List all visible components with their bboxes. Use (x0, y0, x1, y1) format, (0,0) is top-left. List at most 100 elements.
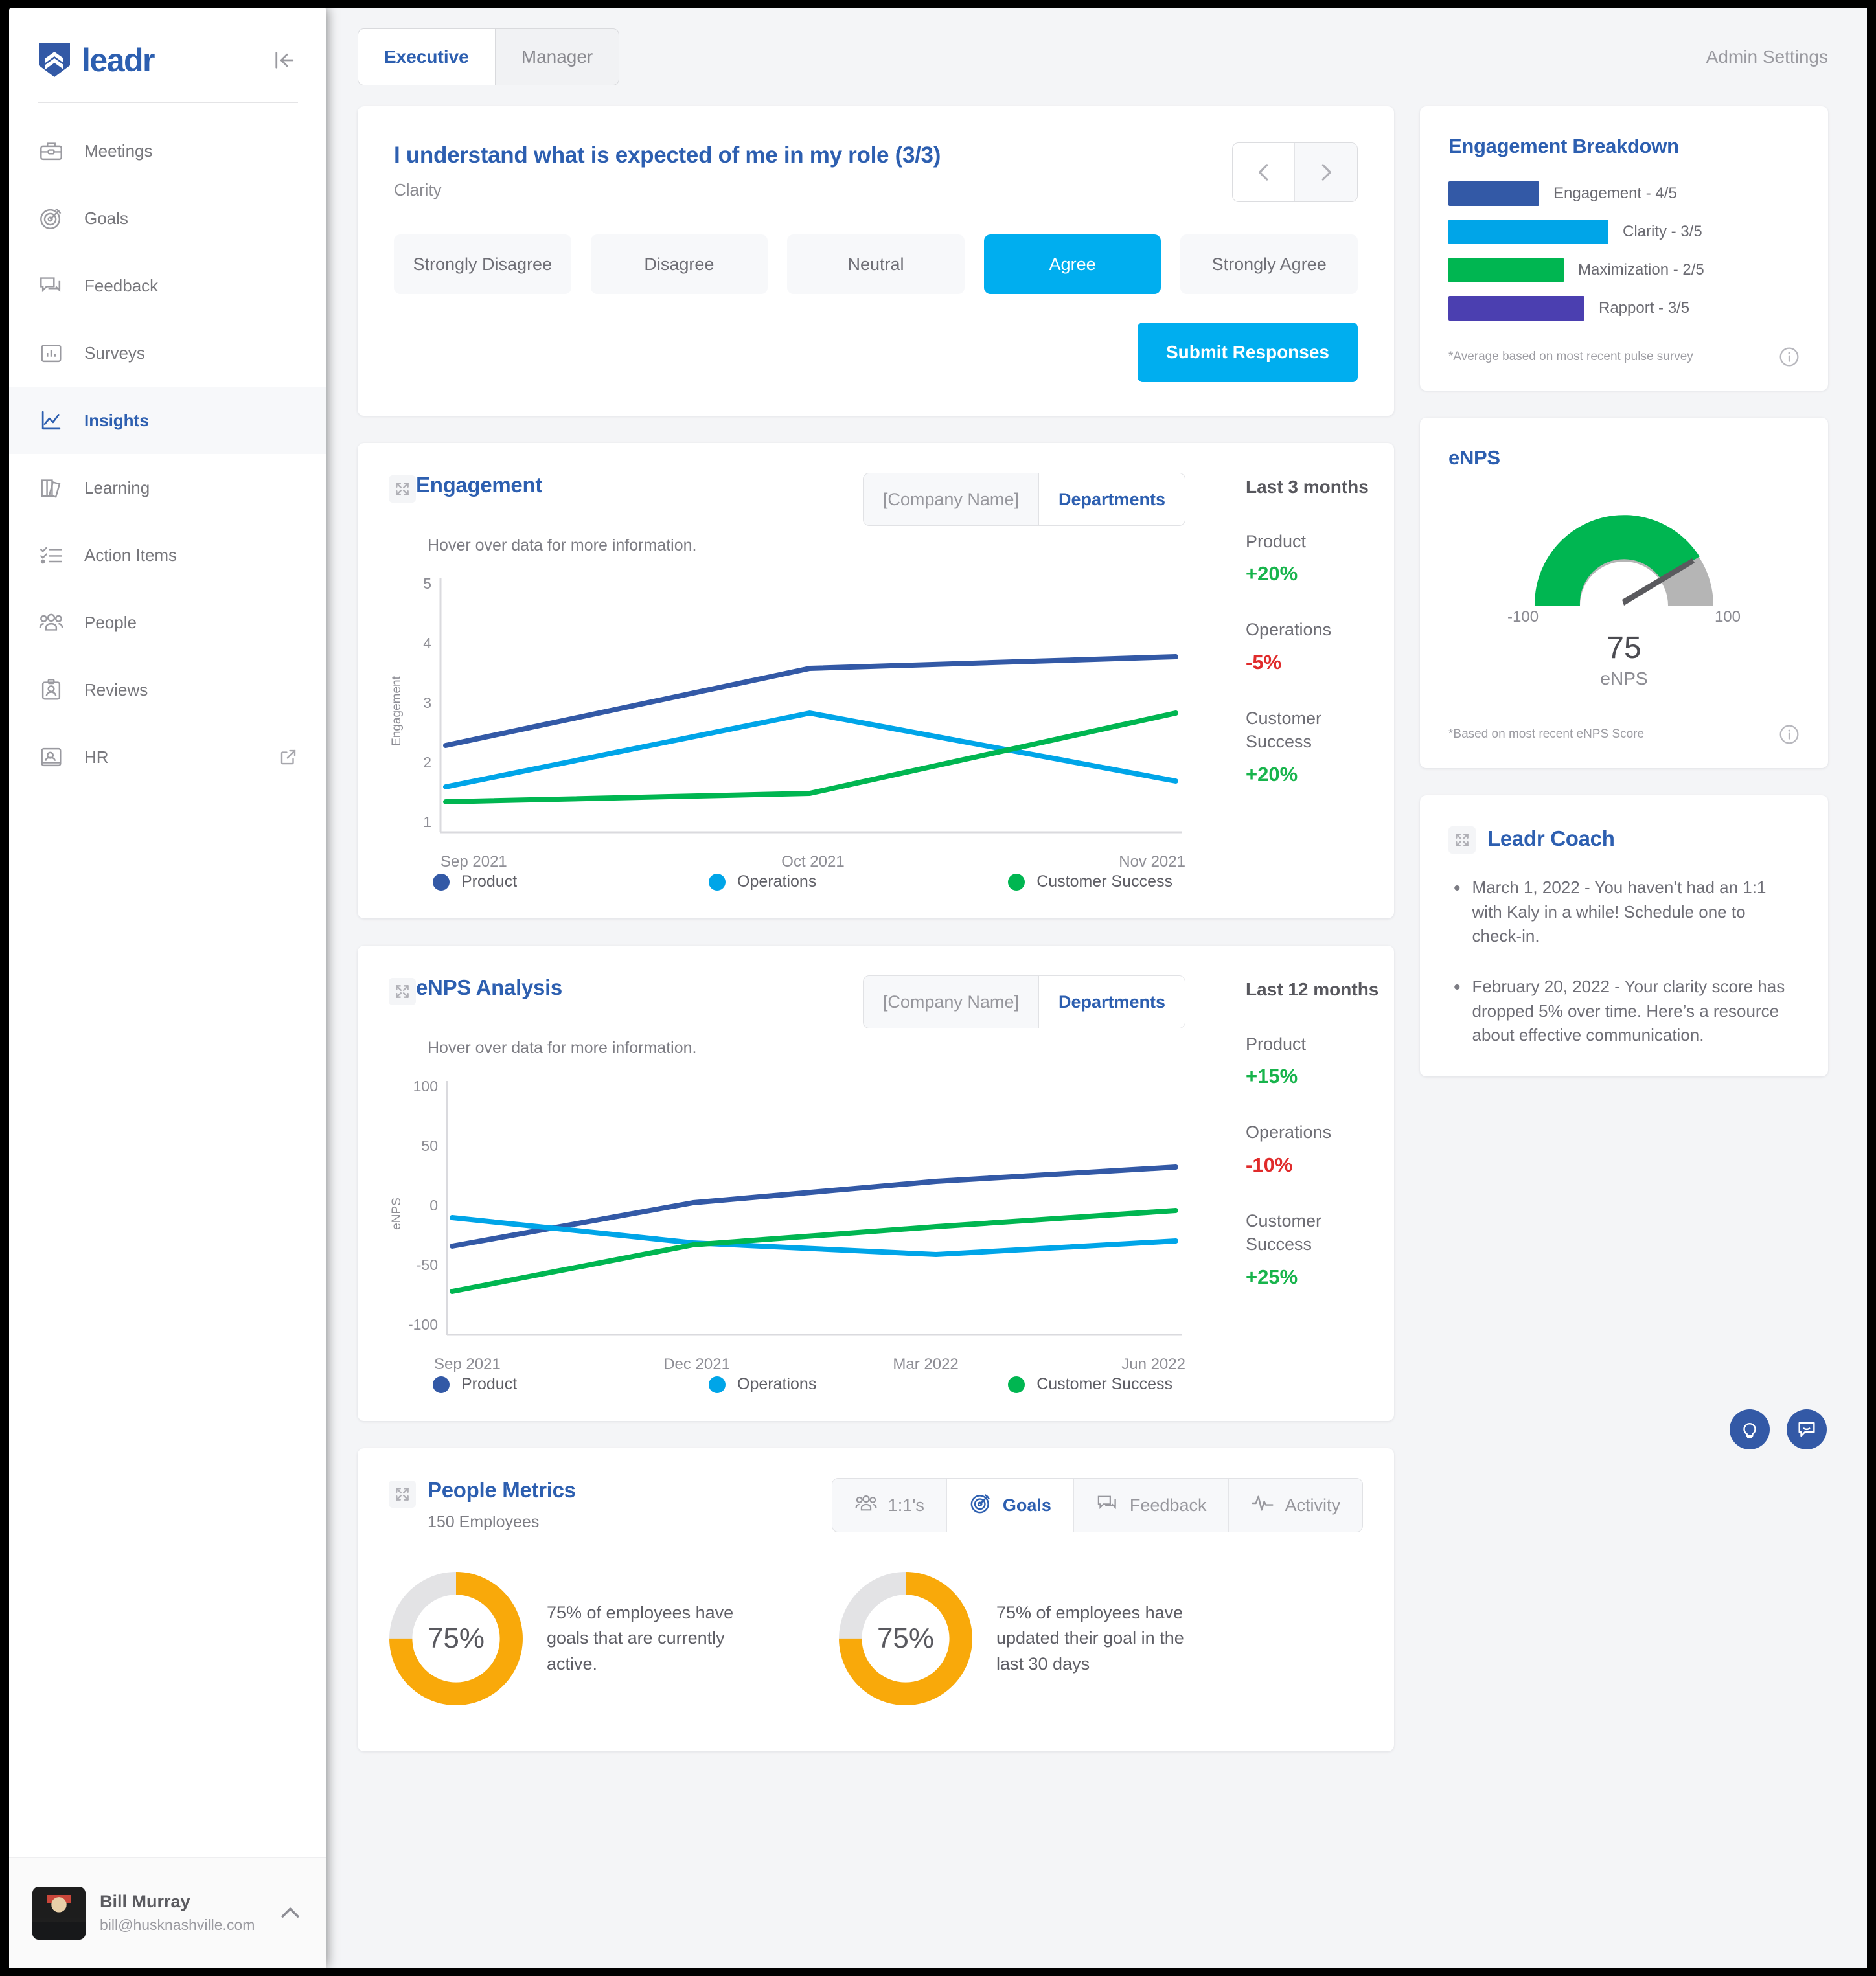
enps-stats-panel: Last 12 months Product +15% Operations -… (1217, 946, 1411, 1421)
scope-company-tab[interactable]: [Company Name] (864, 976, 1039, 1028)
svg-text:50: 50 (421, 1137, 438, 1154)
sidebar-item-label: Surveys (84, 343, 145, 363)
sidebar-item-meetings[interactable]: Meetings (9, 117, 326, 185)
sidebar-item-surveys[interactable]: Surveys (9, 319, 326, 387)
enps-chart-header: eNPS Analysis [Company Name] Departments (389, 975, 1185, 1028)
scope-departments-tab[interactable]: Departments (1038, 976, 1185, 1028)
legend-label: Customer Success (1036, 1375, 1172, 1393)
likert-option-disagree[interactable]: Disagree (590, 234, 768, 294)
svg-text:3: 3 (423, 694, 431, 711)
sidebar-item-insights[interactable]: Insights (9, 387, 326, 454)
tab-activity[interactable]: Activity (1229, 1479, 1362, 1532)
bullet-icon: • (1454, 878, 1461, 899)
engagement-chart-body: Engagement [Company Name] Departments Ho… (358, 443, 1217, 918)
enps-gauge-note: *Based on most recent eNPS Score (1448, 727, 1645, 741)
stat-block: Product +15% (1246, 1032, 1411, 1088)
survey-header: I understand what is expected of me in m… (394, 142, 1358, 202)
enps-line-chart: eNPS 100 50 0 -50 -100 (390, 1078, 1182, 1336)
sidebar-item-label: Feedback (84, 275, 159, 295)
leadr-coach-card: Leadr Coach • March 1, 2022 - You haven’… (1420, 795, 1828, 1077)
engagement-titles: Engagement (416, 473, 542, 497)
tab-feedback[interactable]: Feedback (1074, 1479, 1230, 1532)
sidebar-item-hr[interactable]: HR (9, 723, 326, 791)
expand-icon[interactable] (389, 475, 416, 503)
engagement-breakdown-bars: Engagement - 4/5 Clarity - 3/5 Maximizat… (1448, 181, 1800, 321)
admin-settings-link[interactable]: Admin Settings (1706, 47, 1828, 67)
expand-icon[interactable] (1448, 826, 1476, 854)
survey-category: Clarity (394, 180, 442, 199)
avatar (32, 1886, 86, 1940)
donut-description: 75% of employees have goals that are cur… (547, 1603, 734, 1674)
scope-departments-tab[interactable]: Departments (1038, 473, 1185, 525)
gauge-min-label: -100 (1507, 608, 1539, 626)
x-tick: Nov 2021 (1119, 853, 1185, 870)
info-icon[interactable] (1779, 346, 1800, 367)
tab-executive[interactable]: Executive (358, 29, 496, 85)
enps-chart-body: eNPS Analysis [Company Name] Departments… (358, 946, 1217, 1421)
list-item: • March 1, 2022 - You haven’t had an 1:1… (1454, 876, 1800, 949)
legend-label: Customer Success (1036, 872, 1172, 891)
legend-item-product: Product (433, 872, 517, 891)
sidebar-item-label: Reviews (84, 679, 148, 699)
scope-company-tab[interactable]: [Company Name] (864, 473, 1039, 525)
sidebar-item-label: Goals (84, 208, 128, 228)
tab-label: Feedback (1129, 1495, 1207, 1515)
breakdown-row: Maximization - 2/5 (1448, 258, 1800, 282)
stat-dept: Product (1246, 532, 1307, 551)
sidebar-item-reviews[interactable]: Reviews (9, 656, 326, 723)
people-metrics-titles: People Metrics 150 Employees (428, 1478, 576, 1532)
collapse-sidebar-icon[interactable] (269, 46, 298, 74)
lightbulb-icon[interactable] (1730, 1409, 1770, 1449)
breakdown-bar (1448, 296, 1584, 321)
legend-item-operations: Operations (709, 1375, 816, 1394)
stat-value: +25% (1246, 1265, 1298, 1288)
leadr-coach-title: Leadr Coach (1487, 826, 1615, 850)
tab-goals[interactable]: Goals (946, 1479, 1074, 1532)
sidebar-nav: Meetings Goals Feedback Surveys Insights… (9, 117, 326, 791)
engagement-title: Engagement (416, 473, 543, 497)
tab-manager[interactable]: Manager (496, 29, 619, 85)
role-tabs: Executive Manager (358, 28, 620, 85)
next-question-button[interactable] (1295, 143, 1357, 201)
likert-option-strongly-agree[interactable]: Strongly Agree (1180, 234, 1358, 294)
sidebar-item-label: People (84, 612, 137, 632)
tab-label: Goals (1002, 1495, 1051, 1515)
likert-option-agree[interactable]: Agree (983, 234, 1161, 294)
sidebar-item-feedback[interactable]: Feedback (9, 252, 326, 319)
submit-responses-button[interactable]: Submit Responses (1137, 323, 1358, 382)
external-link-icon[interactable] (279, 747, 298, 767)
engagement-chart-header: Engagement [Company Name] Departments (389, 473, 1185, 526)
submit-row: Submit Responses (394, 323, 1358, 382)
stat-block: Operations -10% (1246, 1120, 1411, 1176)
prev-question-button[interactable] (1233, 143, 1295, 201)
breakdown-row: Engagement - 4/5 (1448, 181, 1800, 206)
enps-analysis-card: eNPS Analysis [Company Name] Departments… (358, 946, 1394, 1421)
people-metrics-subtitle: 150 Employees (428, 1513, 540, 1531)
activity-icon (1251, 1492, 1274, 1519)
donut-chart: 75% (389, 1571, 523, 1706)
engagement-breakdown-note: *Average based on most recent pulse surv… (1448, 350, 1693, 363)
chevron-up-icon[interactable] (277, 1900, 303, 1926)
sidebar-item-goals[interactable]: Goals (9, 185, 326, 252)
svg-text:Engagement: Engagement (390, 676, 404, 745)
legend-item-product: Product (433, 1375, 517, 1394)
info-icon[interactable] (1779, 724, 1800, 745)
enps-x-labels: Sep 2021 Dec 2021 Mar 2022 Jun 2022 (389, 1356, 1185, 1374)
likert-option-strongly-disagree[interactable]: Strongly Disagree (394, 234, 571, 294)
legend-item-operations: Operations (709, 872, 816, 891)
gauge-unit: eNPS (1600, 668, 1648, 688)
sidebar-user-footer[interactable]: Bill Murray bill@husknashville.com (9, 1857, 326, 1968)
enps-plot: eNPS 100 50 0 -50 -100 Sep 2021 Dec 2021… (389, 1074, 1185, 1373)
speech-bubble-icon[interactable] (1787, 1409, 1827, 1449)
tab-one-on-ones[interactable]: 1:1's (832, 1479, 947, 1532)
sidebar-item-learning[interactable]: Learning (9, 454, 326, 521)
expand-icon[interactable] (389, 978, 416, 1005)
x-tick: Sep 2021 (440, 853, 507, 870)
sidebar-item-people[interactable]: People (9, 589, 326, 656)
pulse-survey-card: I understand what is expected of me in m… (358, 106, 1394, 416)
expand-icon[interactable] (389, 1481, 416, 1508)
likert-option-neutral[interactable]: Neutral (787, 234, 965, 294)
people-metrics-card: People Metrics 150 Employees 1:1's Goals… (358, 1448, 1394, 1751)
sidebar-item-action-items[interactable]: Action Items (9, 521, 326, 589)
dashboard-grid: I understand what is expected of me in m… (326, 106, 1867, 1778)
